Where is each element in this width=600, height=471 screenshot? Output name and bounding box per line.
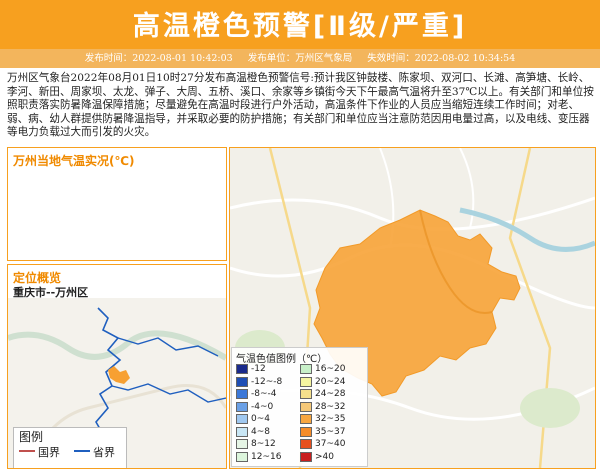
publish-time: 发布时间：2022-08-01 10:42:03 — [84, 53, 233, 64]
publisher: 发布单位：万州区气象局 — [247, 53, 353, 64]
legend-swatch — [300, 426, 312, 437]
location-legend-title: 图例 — [19, 430, 44, 444]
province-border-icon — [74, 450, 90, 452]
legend-label: 16~20 — [315, 364, 346, 374]
legend-label: 20~24 — [315, 376, 346, 387]
legend-swatch — [236, 401, 248, 412]
legend-label: 12~16 — [251, 451, 282, 462]
legend-label: -4~0 — [251, 401, 274, 412]
legend-swatch — [236, 389, 248, 399]
temperature-panel: 万州当地气温实况(℃) — [7, 147, 227, 261]
legend-label: 37~40 — [315, 439, 346, 449]
legend-label: 8~12 — [251, 439, 276, 449]
legend-label: -12 — [251, 364, 266, 374]
legend-swatch — [236, 451, 248, 462]
legend-swatch — [300, 389, 312, 399]
legend-swatch — [236, 414, 248, 424]
legend-label: 32~35 — [315, 414, 346, 424]
legend-swatch — [300, 451, 312, 462]
temperature-panel-title: 万州当地气温实况(℃) — [13, 154, 135, 168]
legend-label: 24~28 — [315, 389, 346, 399]
legend-swatch — [236, 426, 248, 437]
alert-header: 高温橙色预警[Ⅱ级/严重] 发布时间：2022-08-01 10:42:03 发… — [0, 0, 600, 68]
location-legend: 图例 国界 省界 — [13, 427, 127, 468]
location-panel: 定位概览 重庆市--万州区 图例 国界 省界 — [7, 264, 227, 469]
legend-swatch — [236, 364, 248, 374]
expire-time: 失效时间：2022-08-02 10:34:54 — [367, 53, 516, 64]
national-border-icon — [19, 450, 35, 452]
legend-swatch — [236, 439, 248, 449]
legend-label: 0~4 — [251, 414, 270, 424]
alert-title: 高温橙色预警[Ⅱ级/严重] — [132, 11, 468, 42]
legend-swatch — [300, 364, 312, 374]
alert-meta-bar: 发布时间：2022-08-01 10:42:03 发布单位：万州区气象局 失效时… — [0, 49, 600, 68]
province-border-label: 省界 — [93, 446, 115, 459]
legend-swatch — [236, 376, 248, 387]
legend-swatch — [300, 439, 312, 449]
legend-swatch — [300, 414, 312, 424]
national-border-label: 国界 — [38, 446, 60, 459]
legend-label: 35~37 — [315, 426, 346, 437]
temperature-color-legend: 气温色值图例（℃） -12 16~20 -12~-8 20~24 -8~-4 24~28 -… — [231, 347, 368, 467]
legend-swatch — [300, 401, 312, 412]
legend-label: >40 — [315, 451, 334, 462]
legend-label: -8~-4 — [251, 389, 277, 399]
alert-description: 万州区气象台2022年08月01日10时27分发布高温橙色预警信号:预计我区钟鼓… — [7, 72, 594, 139]
legend-label: 28~32 — [315, 401, 346, 412]
temperature-legend-title: 气温色值图例（℃） — [236, 354, 328, 365]
legend-swatch — [300, 376, 312, 387]
legend-label: 4~8 — [251, 426, 270, 437]
legend-label: -12~-8 — [251, 376, 283, 387]
